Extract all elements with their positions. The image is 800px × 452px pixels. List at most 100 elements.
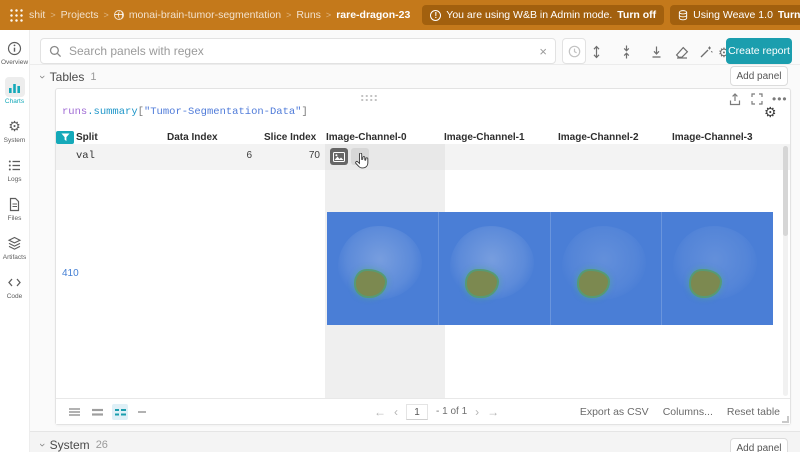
move-to-bottom-icon[interactable] (648, 44, 664, 60)
weave-banner-text: Using Weave 1.0 (693, 9, 773, 21)
system-section-background (30, 432, 800, 452)
wandb-logo-icon[interactable] (8, 7, 23, 23)
cell-split-value: val (76, 150, 95, 162)
page-number-input[interactable]: 1 (406, 403, 428, 420)
weave-banner: Using Weave 1.0 Turn off (670, 5, 800, 25)
first-page-icon[interactable]: ← (374, 406, 386, 418)
tumor-segmentation-mask (577, 268, 611, 298)
tumor-segmentation-mask (688, 268, 723, 298)
breadcrumb-run-name[interactable]: rare-dragon-23 (336, 9, 410, 21)
image-channel-2-thumbnail[interactable] (550, 212, 663, 325)
sidebar-item-files[interactable]: Files (0, 194, 30, 233)
reset-table-button[interactable]: Reset table (727, 406, 780, 418)
add-panel-button-system[interactable]: Add panel (730, 438, 788, 452)
eraser-icon[interactable] (674, 44, 690, 60)
weave-turn-off-button[interactable]: Turn off (778, 9, 800, 21)
sidebar-item-label: System (3, 137, 26, 144)
overflow-menu-icon[interactable]: ••• (772, 93, 788, 105)
image-channel-3-thumbnail[interactable] (662, 212, 773, 325)
expression-property: .summary (87, 106, 138, 118)
table-scrollbar[interactable] (783, 146, 788, 396)
last-page-icon[interactable]: → (487, 406, 499, 418)
column-header-image-channel-1[interactable]: Image-Channel-1 (441, 132, 555, 143)
expression-string: "Tumor-Segmentation-Data" (143, 106, 302, 118)
breadcrumb-entity[interactable]: shit (29, 9, 45, 21)
row-index-link[interactable]: 410 (62, 268, 79, 279)
breadcrumb-project[interactable]: monai-brain-tumor-segmentation (129, 9, 281, 21)
panel-search-field[interactable]: × (40, 38, 556, 64)
weave-expression[interactable]: runs .summary["Tumor-Segmentation-Data"] (62, 106, 308, 118)
sidebar-item-label: Artifacts (2, 254, 27, 261)
image-row-media-strip (327, 212, 773, 325)
image-channel-1-thumbnail[interactable] (438, 212, 551, 325)
column-header-split[interactable]: Split (74, 132, 167, 143)
sidebar-item-code[interactable]: Code (0, 272, 30, 311)
add-panel-button[interactable]: Add panel (730, 66, 788, 86)
page-range-label: - 1 of 1 (436, 406, 468, 417)
panel-settings-gear-icon[interactable]: ⚙ (764, 104, 777, 121)
panel-history-button[interactable] (562, 38, 586, 64)
run-sidebar: Overview Charts ⚙ System Logs Files Arti… (0, 30, 30, 452)
table-header-row: Split Data Index Slice Index Image-Chann… (56, 131, 790, 144)
column-header-data-index[interactable]: Data Index (167, 132, 254, 143)
file-icon (5, 194, 25, 214)
chevron-icon: › (35, 443, 48, 447)
logs-list-icon (5, 155, 25, 175)
panel-resize-handle[interactable] (782, 416, 789, 423)
code-icon (5, 272, 25, 292)
admin-mode-banner: ! You are using W&B in Admin mode. Turn … (422, 5, 665, 25)
panel-drag-handle[interactable] (360, 94, 378, 101)
sidebar-item-artifacts[interactable]: Artifacts (0, 233, 30, 272)
tumor-segmentation-mask (465, 268, 499, 298)
top-navigation-bar: shit > Projects > monai-brain-tumor-segm… (0, 0, 800, 30)
row-height-large-icon-selected[interactable] (112, 403, 128, 420)
column-header-image-channel-3[interactable]: Image-Channel-3 (669, 132, 790, 143)
sidebar-item-overview[interactable]: Overview (0, 38, 30, 77)
next-page-icon[interactable]: › (475, 406, 479, 418)
previous-page-icon[interactable]: ‹ (394, 406, 398, 418)
breadcrumb-separator: > (50, 10, 56, 20)
filter-funnel-icon[interactable] (56, 131, 74, 144)
breadcrumb: shit > Projects > monai-brain-tumor-segm… (29, 9, 410, 21)
sidebar-item-logs[interactable]: Logs (0, 155, 30, 194)
warning-icon: ! (430, 9, 442, 21)
column-header-slice-index[interactable]: Slice Index (254, 132, 321, 143)
system-section-count: 26 (95, 439, 108, 451)
expand-panels-icon[interactable] (588, 44, 604, 60)
export-csv-button[interactable]: Export as CSV (580, 406, 649, 418)
panel-actions: ••• (728, 92, 788, 106)
row-height-full-icon[interactable] (135, 404, 151, 420)
magic-wand-icon[interactable] (698, 44, 714, 60)
create-report-button[interactable]: Create report (726, 38, 792, 64)
info-icon (5, 38, 25, 58)
layers-icon (5, 233, 25, 253)
search-input[interactable] (69, 44, 533, 58)
admin-mode-turn-off-button[interactable]: Turn off (617, 9, 656, 21)
scrollbar-thumb[interactable] (783, 146, 788, 236)
columns-button[interactable]: Columns... (663, 406, 713, 418)
weave-icon (679, 9, 688, 20)
tables-section-count: 1 (90, 71, 97, 83)
sidebar-item-charts[interactable]: Charts (0, 77, 30, 116)
export-panel-icon[interactable] (728, 92, 742, 106)
project-visibility-icon (113, 10, 124, 20)
row-height-small-icon[interactable] (66, 404, 82, 420)
column-header-image-channel-2[interactable]: Image-Channel-2 (555, 132, 669, 143)
tumor-segmentation-mask (353, 268, 387, 298)
table-footer: ← ‹ 1 - 1 of 1 › → Export as CSV Columns… (56, 398, 790, 424)
collapse-panels-icon[interactable] (618, 44, 634, 60)
image-view-toggle-button[interactable] (330, 148, 348, 165)
fullscreen-icon[interactable] (750, 92, 764, 106)
sidebar-item-system[interactable]: ⚙ System (0, 116, 30, 155)
clear-search-icon[interactable]: × (539, 45, 547, 58)
search-icon (49, 45, 62, 57)
system-section-header[interactable]: › System 26 (36, 438, 108, 452)
table-row[interactable]: val 6 70 (56, 144, 790, 170)
tables-section-header[interactable]: › Tables 1 (36, 70, 97, 84)
breadcrumb-projects[interactable]: Projects (61, 9, 99, 21)
column-header-image-channel-0[interactable]: Image-Channel-0 (321, 132, 441, 143)
breadcrumb-runs[interactable]: Runs (296, 9, 321, 21)
image-channel-0-thumbnail[interactable] (327, 212, 439, 325)
expression-object: runs (62, 106, 88, 118)
row-height-medium-icon[interactable] (89, 404, 105, 420)
